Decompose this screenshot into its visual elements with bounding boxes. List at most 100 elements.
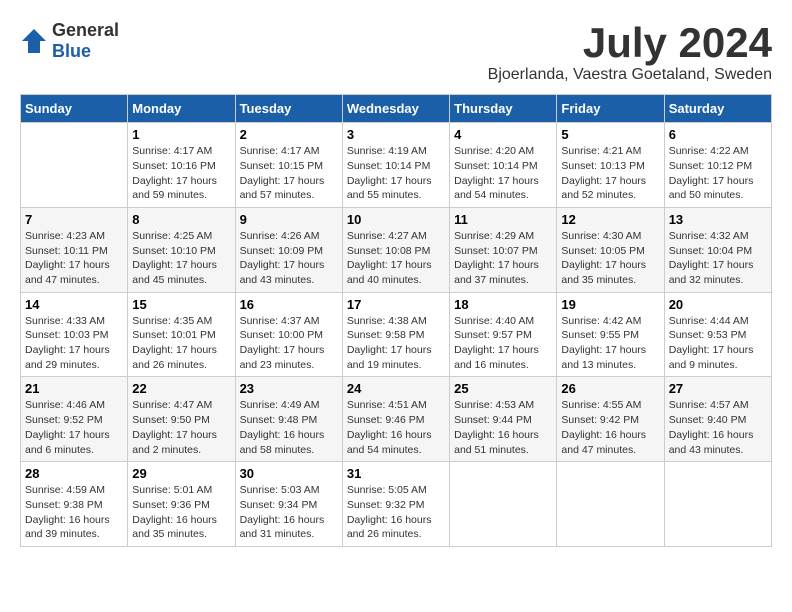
day-number: 25 xyxy=(454,381,552,396)
day-info: Sunrise: 4:42 AMSunset: 9:55 PMDaylight:… xyxy=(561,314,659,373)
week-row-4: 21Sunrise: 4:46 AMSunset: 9:52 PMDayligh… xyxy=(21,377,772,462)
day-info: Sunrise: 4:17 AMSunset: 10:16 PMDaylight… xyxy=(132,144,230,203)
page-header: General Blue July 2024 Bjoerlanda, Vaest… xyxy=(20,20,772,84)
calendar-cell: 1 Sunrise: 4:17 AMSunset: 10:16 PMDayligh… xyxy=(128,123,235,208)
day-info: Sunrise: 4:49 AMSunset: 9:48 PMDaylight:… xyxy=(240,398,338,457)
logo-general: General xyxy=(52,20,119,40)
day-number: 8 xyxy=(132,212,230,227)
header-row: SundayMondayTuesdayWednesdayThursdayFrid… xyxy=(21,95,772,123)
calendar-cell: 6 Sunrise: 4:22 AMSunset: 10:12 PMDayligh… xyxy=(664,123,771,208)
calendar-cell: 18 Sunrise: 4:40 AMSunset: 9:57 PMDayligh… xyxy=(450,292,557,377)
calendar-cell: 31 Sunrise: 5:05 AMSunset: 9:32 PMDayligh… xyxy=(342,462,449,547)
day-info: Sunrise: 5:03 AMSunset: 9:34 PMDaylight:… xyxy=(240,483,338,542)
day-info: Sunrise: 5:05 AMSunset: 9:32 PMDaylight:… xyxy=(347,483,445,542)
day-number: 20 xyxy=(669,297,767,312)
header-day-saturday: Saturday xyxy=(664,95,771,123)
calendar-cell xyxy=(664,462,771,547)
week-row-2: 7 Sunrise: 4:23 AMSunset: 10:11 PMDayligh… xyxy=(21,207,772,292)
day-number: 23 xyxy=(240,381,338,396)
calendar-cell: 3 Sunrise: 4:19 AMSunset: 10:14 PMDayligh… xyxy=(342,123,449,208)
day-number: 17 xyxy=(347,297,445,312)
calendar-cell xyxy=(21,123,128,208)
day-info: Sunrise: 4:32 AMSunset: 10:04 PMDaylight… xyxy=(669,229,767,288)
calendar-cell: 14Sunrise: 4:33 AMSunset: 10:03 PMDaylig… xyxy=(21,292,128,377)
day-number: 6 xyxy=(669,127,767,142)
day-info: Sunrise: 4:17 AMSunset: 10:15 PMDaylight… xyxy=(240,144,338,203)
day-info: Sunrise: 4:35 AMSunset: 10:01 PMDaylight… xyxy=(132,314,230,373)
calendar-cell: 22 Sunrise: 4:47 AMSunset: 9:50 PMDayligh… xyxy=(128,377,235,462)
calendar-cell xyxy=(557,462,664,547)
day-number: 26 xyxy=(561,381,659,396)
day-number: 15 xyxy=(132,297,230,312)
logo-text: General Blue xyxy=(52,20,119,62)
day-number: 31 xyxy=(347,466,445,481)
calendar-cell: 7 Sunrise: 4:23 AMSunset: 10:11 PMDayligh… xyxy=(21,207,128,292)
day-info: Sunrise: 4:37 AMSunset: 10:00 PMDaylight… xyxy=(240,314,338,373)
calendar-cell: 28 Sunrise: 4:59 AMSunset: 9:38 PMDayligh… xyxy=(21,462,128,547)
calendar-cell: 30 Sunrise: 5:03 AMSunset: 9:34 PMDayligh… xyxy=(235,462,342,547)
calendar-cell: 24 Sunrise: 4:51 AMSunset: 9:46 PMDayligh… xyxy=(342,377,449,462)
day-number: 10 xyxy=(347,212,445,227)
calendar-cell: 21Sunrise: 4:46 AMSunset: 9:52 PMDayligh… xyxy=(21,377,128,462)
day-number: 7 xyxy=(25,212,123,227)
day-info: Sunrise: 4:51 AMSunset: 9:46 PMDaylight:… xyxy=(347,398,445,457)
calendar-cell: 27Sunrise: 4:57 AMSunset: 9:40 PMDayligh… xyxy=(664,377,771,462)
day-number: 9 xyxy=(240,212,338,227)
day-info: Sunrise: 4:47 AMSunset: 9:50 PMDaylight:… xyxy=(132,398,230,457)
week-row-3: 14Sunrise: 4:33 AMSunset: 10:03 PMDaylig… xyxy=(21,292,772,377)
day-number: 28 xyxy=(25,466,123,481)
day-info: Sunrise: 4:27 AMSunset: 10:08 PMDaylight… xyxy=(347,229,445,288)
calendar-body: 1 Sunrise: 4:17 AMSunset: 10:16 PMDayligh… xyxy=(21,123,772,547)
day-info: Sunrise: 4:30 AMSunset: 10:05 PMDaylight… xyxy=(561,229,659,288)
day-info: Sunrise: 4:29 AMSunset: 10:07 PMDaylight… xyxy=(454,229,552,288)
day-info: Sunrise: 4:21 AMSunset: 10:13 PMDaylight… xyxy=(561,144,659,203)
day-number: 24 xyxy=(347,381,445,396)
day-info: Sunrise: 4:38 AMSunset: 9:58 PMDaylight:… xyxy=(347,314,445,373)
day-info: Sunrise: 4:19 AMSunset: 10:14 PMDaylight… xyxy=(347,144,445,203)
calendar-cell: 13Sunrise: 4:32 AMSunset: 10:04 PMDaylig… xyxy=(664,207,771,292)
day-number: 22 xyxy=(132,381,230,396)
day-number: 19 xyxy=(561,297,659,312)
day-info: Sunrise: 4:55 AMSunset: 9:42 PMDaylight:… xyxy=(561,398,659,457)
day-number: 11 xyxy=(454,212,552,227)
week-row-1: 1 Sunrise: 4:17 AMSunset: 10:16 PMDayligh… xyxy=(21,123,772,208)
calendar-cell: 29Sunrise: 5:01 AMSunset: 9:36 PMDayligh… xyxy=(128,462,235,547)
day-info: Sunrise: 5:01 AMSunset: 9:36 PMDaylight:… xyxy=(132,483,230,542)
day-info: Sunrise: 4:26 AMSunset: 10:09 PMDaylight… xyxy=(240,229,338,288)
logo: General Blue xyxy=(20,20,119,62)
calendar-cell: 12Sunrise: 4:30 AMSunset: 10:05 PMDaylig… xyxy=(557,207,664,292)
calendar-cell: 11 Sunrise: 4:29 AMSunset: 10:07 PMDaylig… xyxy=(450,207,557,292)
day-info: Sunrise: 4:40 AMSunset: 9:57 PMDaylight:… xyxy=(454,314,552,373)
day-info: Sunrise: 4:23 AMSunset: 10:11 PMDaylight… xyxy=(25,229,123,288)
calendar-cell: 17 Sunrise: 4:38 AMSunset: 9:58 PMDayligh… xyxy=(342,292,449,377)
header-day-tuesday: Tuesday xyxy=(235,95,342,123)
day-info: Sunrise: 4:33 AMSunset: 10:03 PMDaylight… xyxy=(25,314,123,373)
day-number: 3 xyxy=(347,127,445,142)
header-day-monday: Monday xyxy=(128,95,235,123)
day-number: 1 xyxy=(132,127,230,142)
day-info: Sunrise: 4:59 AMSunset: 9:38 PMDaylight:… xyxy=(25,483,123,542)
day-info: Sunrise: 4:44 AMSunset: 9:53 PMDaylight:… xyxy=(669,314,767,373)
header-day-wednesday: Wednesday xyxy=(342,95,449,123)
calendar-cell: 4Sunrise: 4:20 AMSunset: 10:14 PMDayligh… xyxy=(450,123,557,208)
header-day-thursday: Thursday xyxy=(450,95,557,123)
day-info: Sunrise: 4:22 AMSunset: 10:12 PMDaylight… xyxy=(669,144,767,203)
location-title: Bjoerlanda, Vaestra Goetaland, Sweden xyxy=(488,66,772,84)
logo-blue: Blue xyxy=(52,41,91,61)
day-number: 21 xyxy=(25,381,123,396)
calendar-cell: 26 Sunrise: 4:55 AMSunset: 9:42 PMDayligh… xyxy=(557,377,664,462)
day-number: 18 xyxy=(454,297,552,312)
day-number: 4 xyxy=(454,127,552,142)
month-title: July 2024 xyxy=(488,20,772,66)
day-number: 30 xyxy=(240,466,338,481)
calendar-table: SundayMondayTuesdayWednesdayThursdayFrid… xyxy=(20,94,772,547)
calendar-cell xyxy=(450,462,557,547)
calendar-header: SundayMondayTuesdayWednesdayThursdayFrid… xyxy=(21,95,772,123)
header-day-friday: Friday xyxy=(557,95,664,123)
calendar-cell: 25Sunrise: 4:53 AMSunset: 9:44 PMDayligh… xyxy=(450,377,557,462)
day-number: 5 xyxy=(561,127,659,142)
calendar-cell: 15 Sunrise: 4:35 AMSunset: 10:01 PMDaylig… xyxy=(128,292,235,377)
day-number: 27 xyxy=(669,381,767,396)
calendar-cell: 8Sunrise: 4:25 AMSunset: 10:10 PMDayligh… xyxy=(128,207,235,292)
calendar-cell: 20 Sunrise: 4:44 AMSunset: 9:53 PMDayligh… xyxy=(664,292,771,377)
